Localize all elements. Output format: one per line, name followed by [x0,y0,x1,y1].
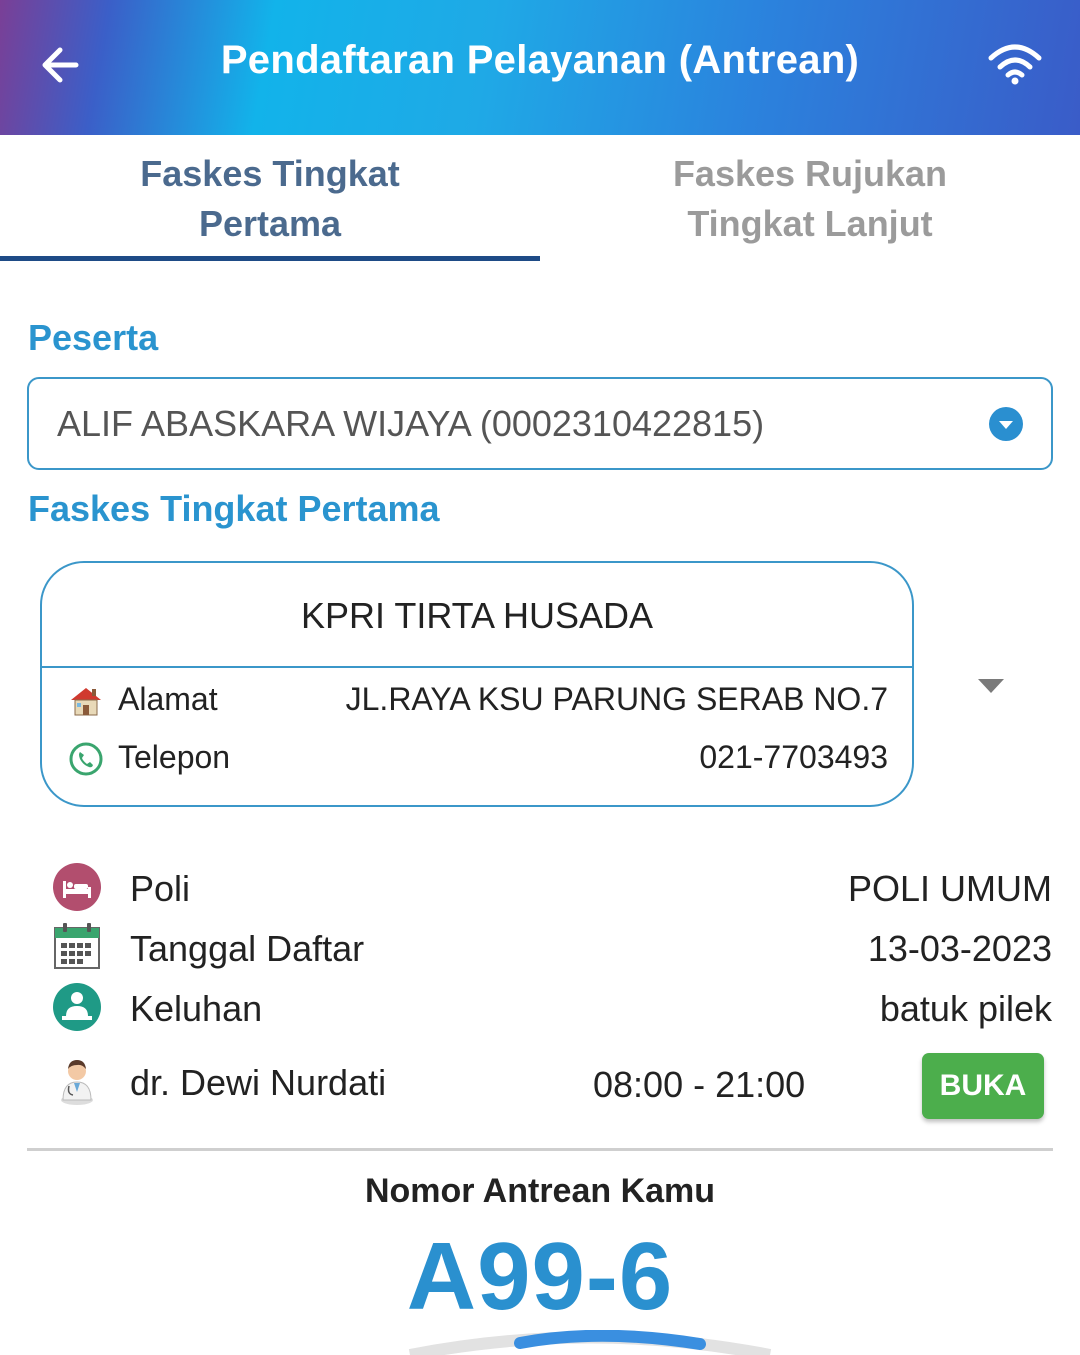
keluhan-label: Keluhan [130,988,263,1029]
peserta-select[interactable]: ALIF ABASKARA WIJAYA (0002310422815) [27,377,1053,470]
wifi-icon[interactable] [986,40,1044,88]
alamat-label: Alamat [118,681,218,717]
faskes-section-label: Faskes Tingkat Pertama [28,488,440,529]
doctor-row: dr. Dewi Nurdati [52,1056,1052,1108]
tanggal-label: Tanggal Daftar [130,928,365,969]
tab-faskes-tingkat-pertama[interactable]: Faskes Tingkat Pertama [0,149,540,249]
progress-arc [408,1330,772,1355]
status-badge[interactable]: BUKA [922,1053,1044,1119]
hospital-bed-icon [53,863,101,911]
tab-label-line1: Faskes Tingkat [140,153,400,194]
tab-label-line2: Pertama [198,203,342,244]
house-icon [71,688,101,716]
card-divider [42,666,912,668]
poli-row: Poli POLI UMUM [52,862,1052,914]
alamat-value: JL.RAYA KSU PARUNG SERAB NO.7 [345,681,888,717]
tab-bar: Faskes Tingkat Pertama Faskes Rujukan Ti… [0,135,1080,262]
doctor-name: dr. Dewi Nurdati [130,1062,387,1103]
doctor-hours: 08:00 - 21:00 [593,1064,806,1105]
keluhan-row: Keluhan batuk pilek [52,982,1052,1034]
faskes-name: KPRI TIRTA HUSADA [300,595,654,636]
queue-label: Nomor Antrean Kamu [364,1172,716,1210]
telepon-row: Telepon 021-7703493 [68,739,888,779]
section-divider [27,1148,1053,1151]
peserta-selected-value: ALIF ABASKARA WIJAYA (0002310422815) [57,403,765,444]
chevron-down-icon[interactable] [977,678,1005,694]
tanggal-row: Tanggal Daftar 13-03-2023 [52,922,1052,974]
active-tab-indicator [0,256,540,261]
patient-icon [53,983,101,1031]
tanggal-value: 13-03-2023 [867,928,1052,969]
tab-label-line2: Tingkat Lanjut [687,203,933,244]
chevron-down-icon [989,407,1023,441]
app-header: Pendaftaran Pelayanan (Antrean) [0,0,1080,135]
tab-faskes-rujukan[interactable]: Faskes Rujukan Tingkat Lanjut [540,149,1080,249]
alamat-row: Alamat JL.RAYA KSU PARUNG SERAB NO.7 [68,681,888,721]
faskes-card[interactable]: KPRI TIRTA HUSADA Alamat JL.RAYA KSU PAR… [40,561,914,807]
queue-number: A99-6 [406,1223,674,1330]
poli-label: Poli [130,868,191,909]
doctor-icon [61,1060,93,1105]
calendar-icon [54,923,100,969]
poli-value: POLI UMUM [847,868,1052,909]
telepon-label: Telepon [118,739,231,775]
tab-label-line1: Faskes Rujukan [672,153,948,194]
telepon-value: 021-7703493 [699,739,888,775]
peserta-label: Peserta [28,317,159,358]
phone-icon [69,742,103,776]
page-title: Pendaftaran Pelayanan (Antrean) [220,38,860,82]
keluhan-value: batuk pilek [879,988,1052,1029]
